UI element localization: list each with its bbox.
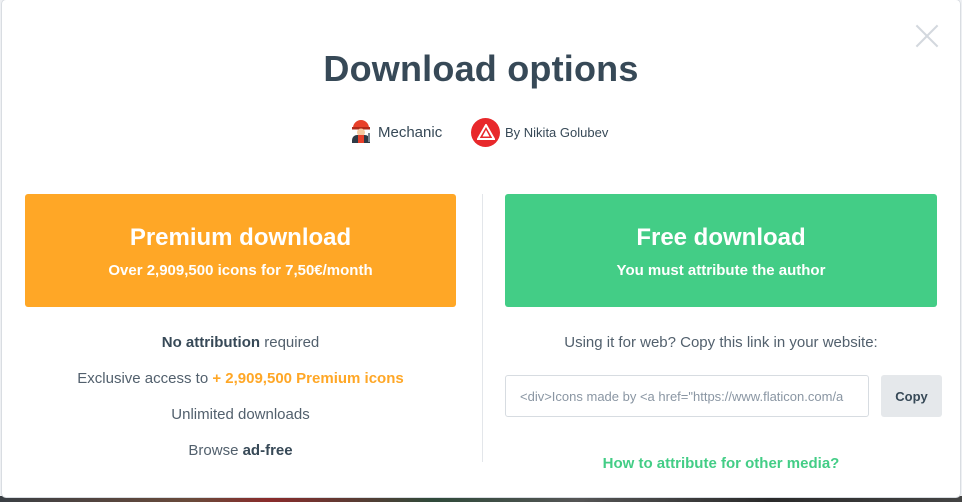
feature-ad-free: Browse ad-free	[188, 442, 293, 459]
premium-subtitle: Over 2,909,500 icons for 7,50€/month	[108, 262, 373, 279]
download-options-modal: Download options Mechanic By Nikita Golu…	[2, 0, 960, 497]
premium-title: Premium download	[129, 224, 352, 251]
attribution-code-input[interactable]	[506, 376, 868, 416]
close-icon[interactable]	[915, 24, 939, 48]
author-logo-icon	[471, 117, 500, 147]
feature-no-attribution: No attribution required	[161, 334, 320, 351]
author-item[interactable]: By Nikita Golubev	[471, 117, 608, 147]
how-to-attribute-link[interactable]: How to attribute for other media?	[505, 455, 937, 472]
feature-unlimited-downloads: Unlimited downloads	[171, 406, 310, 423]
premium-icons-link[interactable]: + 2,909,500 Premium icons	[212, 370, 403, 387]
free-title: Free download	[636, 224, 806, 251]
free-download-button[interactable]: Free download You must attribute the aut…	[505, 194, 937, 307]
mechanic-icon	[347, 116, 375, 149]
copy-button[interactable]: Copy	[881, 375, 942, 417]
icon-name-item[interactable]: Mechanic	[347, 117, 442, 147]
modal-title: Download options	[323, 48, 639, 89]
premium-download-button[interactable]: Premium download Over 2,909,500 icons fo…	[25, 194, 456, 307]
author-label: By Nikita Golubev	[505, 124, 609, 140]
feature-exclusive-access: Exclusive access to + 2,909,500 Premium …	[77, 370, 404, 387]
column-divider	[482, 194, 483, 462]
icon-name-label: Mechanic	[378, 123, 443, 141]
attribution-code-field[interactable]	[505, 375, 869, 417]
free-subtitle: You must attribute the author	[616, 262, 826, 279]
web-attribution-note: Using it for web? Copy this link in your…	[564, 334, 878, 351]
icon-meta: Mechanic By Nikita Golubev	[2, 117, 960, 147]
